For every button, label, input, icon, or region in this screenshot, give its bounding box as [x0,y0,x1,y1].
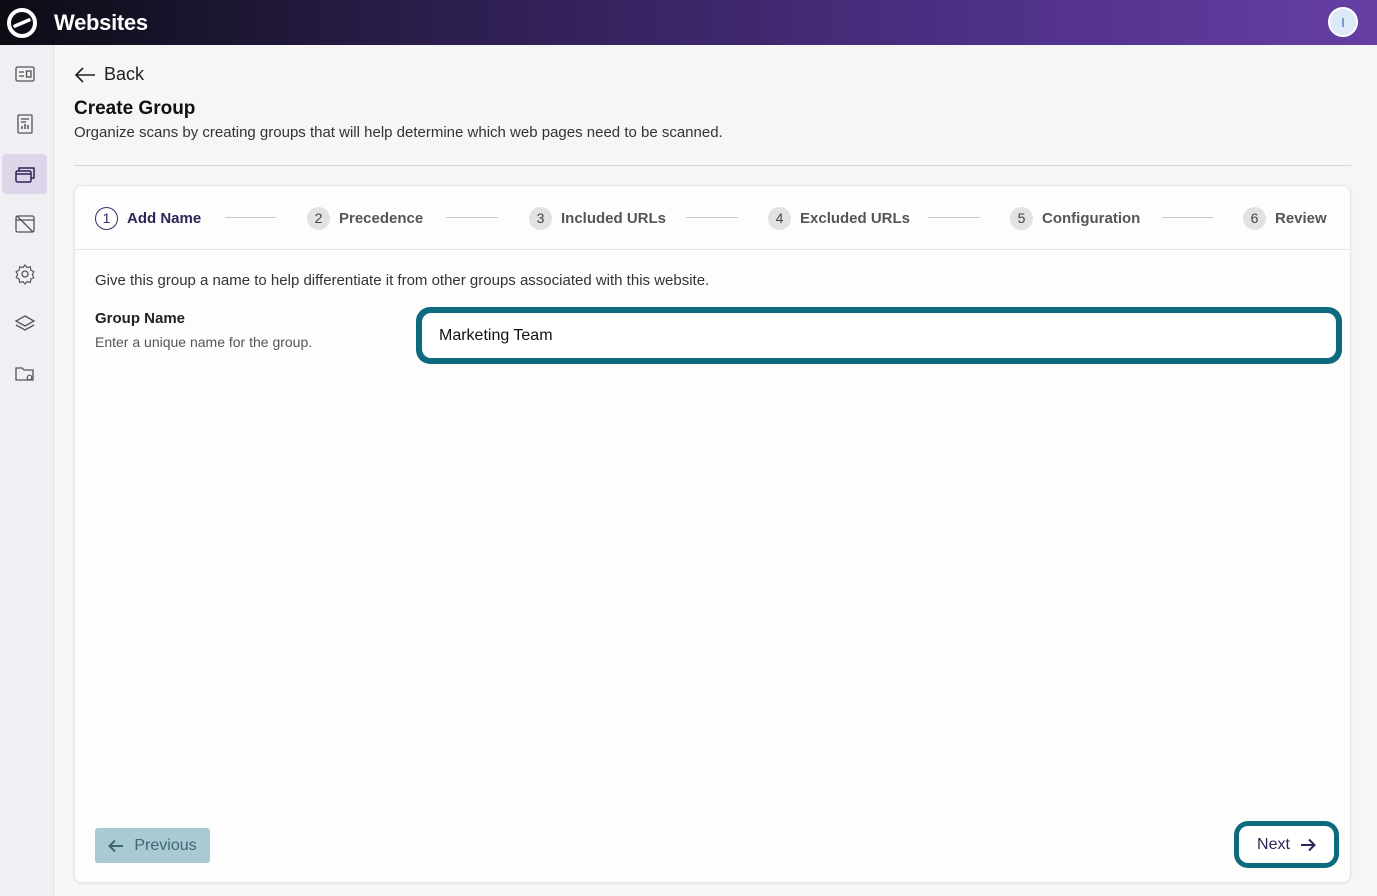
previous-button[interactable]: Previous [95,828,210,863]
sidebar-item-groups[interactable] [2,154,47,194]
groups-icon [14,167,35,183]
next-button[interactable]: Next [1239,826,1334,863]
step-number: 4 [768,206,791,230]
sidebar-item-folder-settings[interactable] [2,354,47,394]
previous-label: Previous [134,836,197,854]
sidebar-item-reports[interactable] [2,104,47,144]
step-label: Configuration [1042,209,1141,227]
step-review[interactable]: 6 Review [1243,206,1327,230]
dashboard-icon [14,66,35,82]
group-name-field-wrapper [422,313,1336,358]
user-avatar[interactable]: I [1328,7,1358,37]
step-number: 5 [1010,206,1033,230]
hidden-browser-icon [14,215,35,233]
step-label: Included URLs [561,209,667,227]
group-name-input[interactable] [439,326,1336,345]
step-connector [928,217,980,218]
step-add-name[interactable]: 1 Add Name [95,206,201,230]
header-divider [74,165,1351,166]
stepper: 1 Add Name 2 Precedence 3 Included URLs … [75,186,1350,250]
top-bar: Websites I [0,0,1377,45]
page-subtitle: Organize scans by creating groups that w… [74,124,723,141]
back-label: Back [104,64,145,84]
arrow-right-icon [1300,838,1316,851]
sidebar-item-settings[interactable] [2,254,47,294]
step-connector [446,217,498,218]
create-group-card: 1 Add Name 2 Precedence 3 Included URLs … [74,185,1351,883]
sidebar [0,45,54,896]
folder-settings-icon [14,367,34,381]
back-link[interactable]: Back [74,64,144,85]
form-instruction: Give this group a name to help different… [95,272,710,289]
step-connector [1162,217,1213,218]
next-label: Next [1257,835,1290,853]
step-label: Add Name [127,209,202,227]
step-connector [225,217,276,218]
step-excluded-urls[interactable]: 4 Excluded URLs [768,206,910,230]
step-connector [686,217,738,218]
app-title: Websites [54,9,148,35]
sidebar-item-layers[interactable] [2,304,47,344]
step-included-urls[interactable]: 3 Included URLs [529,206,666,230]
arrow-left-icon [74,66,95,83]
step-number: 1 [95,206,118,230]
group-name-label: Group Name [95,310,186,327]
step-number: 2 [307,206,330,230]
arrow-left-icon [108,839,124,852]
step-label: Excluded URLs [800,209,911,227]
step-number: 3 [529,206,552,230]
page-title: Create Group [74,98,196,119]
sidebar-item-dashboard[interactable] [2,54,47,94]
step-label: Review [1275,209,1327,227]
gear-icon [14,264,35,285]
layers-icon [14,315,35,331]
app-logo-icon[interactable] [2,0,42,45]
group-name-focus-ring [416,307,1342,364]
step-label: Precedence [339,209,424,227]
step-number: 6 [1243,206,1266,230]
step-precedence[interactable]: 2 Precedence [307,206,423,230]
sidebar-item-hidden[interactable] [2,204,47,244]
report-icon [16,114,33,134]
step-configuration[interactable]: 5 Configuration [1010,206,1140,230]
group-name-help: Enter a unique name for the group. [95,334,313,350]
next-focus-ring: Next [1234,821,1339,868]
